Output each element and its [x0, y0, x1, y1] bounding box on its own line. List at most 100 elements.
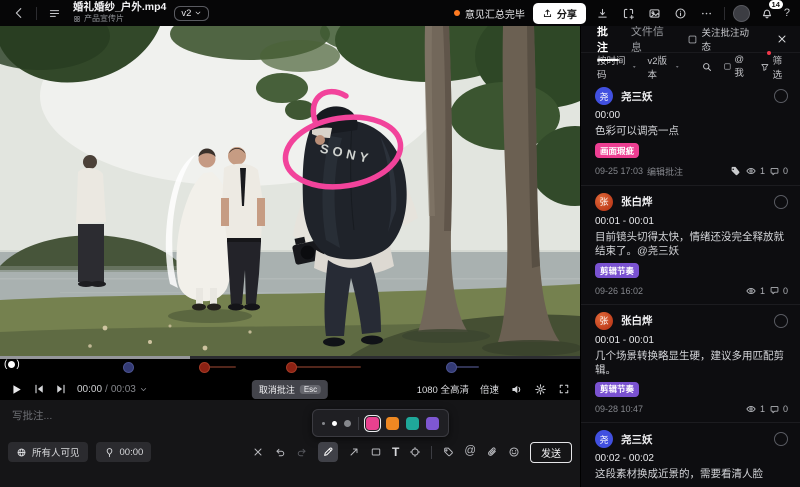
send-button[interactable]: 发送	[530, 442, 572, 463]
comment-compose: 所有人可见 00:00 T @ 发送	[0, 400, 580, 487]
user-avatar[interactable]	[733, 5, 750, 22]
comment-tag[interactable]: 剪辑节奏	[595, 263, 639, 278]
tag-button[interactable]	[442, 446, 454, 458]
frame-export-button[interactable]	[646, 4, 664, 22]
comment-marker[interactable]	[446, 362, 457, 373]
replies-counter[interactable]: 0	[769, 404, 788, 415]
comment-item[interactable]: 张 张白烨 00:01 - 00:01 目前镜头切得太快，情绪还没完全释放就结束…	[581, 186, 800, 305]
version-filter-dropdown[interactable]: v2版本	[647, 53, 680, 81]
file-list-icon[interactable]	[45, 4, 63, 22]
views-counter[interactable]: 1	[745, 403, 765, 415]
search-comments-button[interactable]	[701, 61, 713, 73]
reply-icon	[769, 166, 780, 177]
comment-timecode[interactable]: 00:00	[595, 110, 788, 121]
views-counter[interactable]: 1	[745, 285, 765, 297]
speed-selector[interactable]: 倍速	[480, 382, 499, 396]
video-frame[interactable]: SONY	[0, 26, 580, 356]
views-counter[interactable]: 1	[745, 165, 765, 177]
filter-button[interactable]: 筛选	[760, 53, 788, 81]
fullscreen-button[interactable]	[558, 383, 570, 395]
comment-range	[208, 366, 236, 368]
spotlight-tool[interactable]	[409, 446, 421, 458]
sort-dropdown[interactable]: 按时间码	[597, 53, 637, 81]
tab-comments[interactable]: 批注	[597, 23, 619, 55]
next-frame-button[interactable]	[55, 383, 67, 395]
help-button[interactable]: ?	[784, 7, 790, 19]
settings-button[interactable]	[534, 383, 547, 396]
quality-selector[interactable]: 1080 全高清	[417, 382, 469, 396]
caret-down-icon	[631, 63, 638, 71]
comment-input[interactable]	[10, 406, 294, 440]
pin-timecode[interactable]: 00:00	[96, 442, 152, 462]
prev-frame-button[interactable]	[33, 383, 45, 395]
app-root: 婚礼婚纱_户外.mp4 产品宣传片 v2 意见汇总完毕 分享 14 ?	[0, 0, 800, 487]
color-swatch-teal[interactable]	[406, 417, 419, 430]
undo-button[interactable]	[274, 446, 286, 458]
arrow-tool[interactable]	[348, 446, 360, 458]
emoji-button[interactable]	[508, 446, 520, 458]
clear-annotation-button[interactable]	[252, 446, 264, 458]
color-swatch-orange[interactable]	[386, 417, 399, 430]
comment-marker[interactable]	[286, 362, 297, 373]
replies-counter[interactable]: 0	[769, 285, 788, 296]
stroke-size-small[interactable]	[322, 422, 325, 425]
share-button[interactable]: 分享	[533, 3, 586, 24]
annotation-toolbar	[312, 409, 449, 437]
comment-timecode[interactable]: 00:02 - 00:02	[595, 453, 788, 464]
playhead-marker[interactable]: ()	[4, 359, 20, 370]
more-button[interactable]	[698, 4, 716, 22]
download-button[interactable]	[594, 4, 612, 22]
attachment-button[interactable]	[486, 446, 498, 458]
tag-icon[interactable]	[729, 165, 741, 177]
comment-item[interactable]: 张 张白烨 00:01 - 00:01 几个场景转换略显生硬，建议多用匹配剪辑。…	[581, 305, 800, 424]
play-button[interactable]	[10, 383, 23, 396]
replies-counter[interactable]: 0	[769, 166, 788, 177]
close-panel-button[interactable]	[776, 33, 788, 45]
comment-range	[455, 366, 479, 368]
comment-marker[interactable]	[199, 362, 210, 373]
text-tool[interactable]: T	[392, 446, 399, 458]
mention-me-checkbox[interactable]: @我	[723, 54, 750, 79]
player-area: SONY () 00:00/00:03	[0, 26, 580, 487]
resolve-toggle[interactable]	[774, 314, 788, 328]
mention-button[interactable]: @	[464, 446, 476, 458]
resolve-toggle[interactable]	[774, 432, 788, 446]
info-button[interactable]	[672, 4, 690, 22]
tab-file-info[interactable]: 文件信息	[631, 23, 675, 55]
rectangle-tool[interactable]	[370, 446, 382, 458]
eye-icon	[745, 165, 757, 177]
funnel-icon	[760, 61, 770, 73]
version-dropdown[interactable]: v2	[174, 6, 209, 21]
visibility-selector[interactable]: 所有人可见	[8, 442, 88, 462]
comment-item[interactable]: 尧 尧三妖 00:00 色彩可以调亮一点 画面瑕疵 09-25 17:03 编辑…	[581, 80, 800, 186]
comment-item[interactable]: 尧 尧三妖 00:02 - 00:02 这段素材换成近景的，需要看清人脸 画面瑕…	[581, 423, 800, 487]
comment-text: 目前镜头切得太快，情绪还没完全释放就结束了。@尧三妖	[595, 230, 788, 258]
color-swatch-purple[interactable]	[426, 417, 439, 430]
player-controls: 00:00/00:03 取消批注Esc 1080 全高清 倍速	[0, 377, 580, 401]
comment-marker[interactable]	[123, 362, 134, 373]
comment-tag[interactable]: 剪辑节奏	[595, 382, 639, 397]
top-bar: 婚礼婚纱_户外.mp4 产品宣传片 v2 意见汇总完毕 分享 14 ?	[0, 0, 800, 26]
stroke-size-large[interactable]	[344, 420, 351, 427]
comment-timecode[interactable]: 00:01 - 00:01	[595, 335, 788, 346]
back-button[interactable]	[10, 4, 28, 22]
notifications-button[interactable]: 14	[758, 4, 776, 22]
redo-button[interactable]	[296, 446, 308, 458]
color-swatch-pink[interactable]	[366, 417, 379, 430]
time-display[interactable]: 00:00/00:03	[77, 384, 148, 395]
comment-timecode[interactable]: 00:01 - 00:01	[595, 216, 788, 227]
cancel-annotation-button[interactable]: 取消批注Esc	[252, 380, 328, 399]
resolve-toggle[interactable]	[774, 89, 788, 103]
title-block: 婚礼婚纱_户外.mp4 产品宣传片	[73, 2, 166, 23]
comment-tag[interactable]: 画面瑕疵	[595, 143, 639, 158]
capture-clip-button[interactable]	[620, 4, 638, 22]
stroke-size-medium[interactable]	[332, 421, 337, 426]
resolve-toggle[interactable]	[774, 195, 788, 209]
volume-button[interactable]	[510, 383, 523, 396]
follow-activity-checkbox[interactable]: 关注批注动态	[687, 25, 758, 53]
avatar: 张	[595, 193, 613, 211]
comment-edited-label[interactable]: 编辑批注	[647, 165, 683, 178]
comment-author: 尧三妖	[621, 432, 653, 447]
divider	[724, 7, 725, 20]
pen-tool[interactable]	[318, 442, 338, 462]
